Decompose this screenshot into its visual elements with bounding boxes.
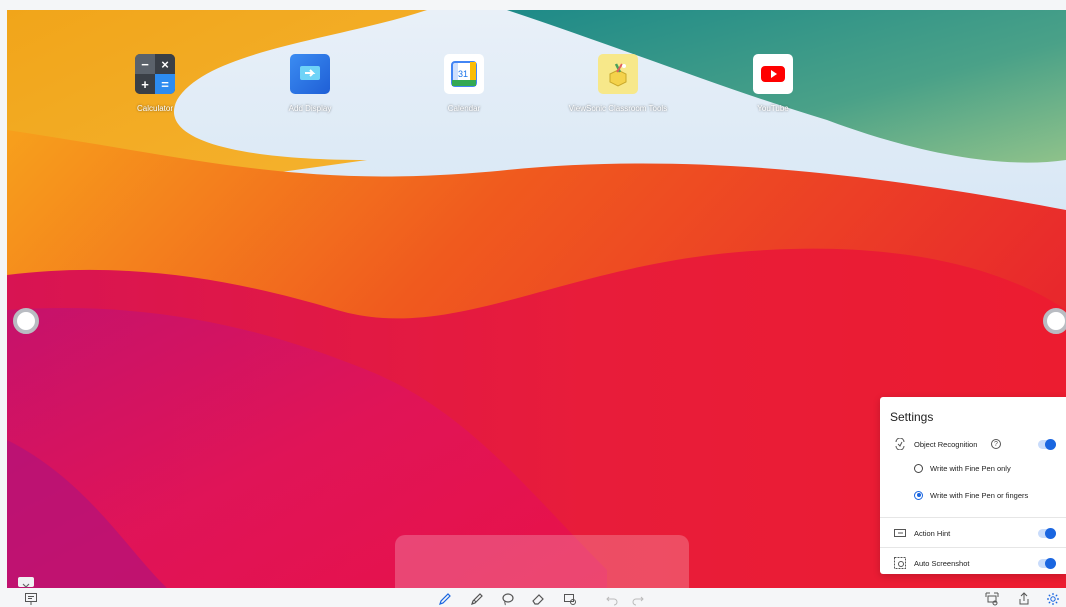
- toolbar-shelf: [395, 535, 689, 588]
- highlighter-icon[interactable]: [470, 592, 484, 606]
- whiteboard-icon[interactable]: [24, 592, 38, 606]
- action-hint-icon: [894, 529, 906, 537]
- undo-icon[interactable]: [605, 592, 619, 606]
- object-recognition-icon: [895, 438, 905, 450]
- radio-label: Write with Fine Pen only: [930, 463, 1011, 473]
- calendar-icon: 31: [444, 54, 484, 94]
- calendar-day: 31: [458, 69, 468, 79]
- auto-screenshot-row: Auto Screenshot: [880, 553, 1066, 573]
- settings-panel: Settings Object Recognition ? Write with…: [880, 397, 1066, 574]
- capture-icon[interactable]: [985, 592, 999, 606]
- share-icon[interactable]: [1017, 592, 1031, 606]
- app-label: Calculator: [136, 104, 173, 113]
- app-add-display[interactable]: Add Display: [250, 54, 370, 113]
- app-label: YouTube: [757, 104, 789, 113]
- right-edge-handle[interactable]: [1043, 308, 1066, 334]
- add-display-icon: [290, 54, 330, 94]
- app-label: Add Display: [288, 104, 332, 113]
- action-hint-toggle[interactable]: [1038, 527, 1056, 539]
- radio-fine-pen-only[interactable]: Write with Fine Pen only: [880, 458, 1066, 478]
- screenshot-tool-icon[interactable]: [563, 592, 577, 606]
- calculator-plus-key: +: [135, 74, 155, 94]
- chevron-down-icon: [22, 583, 30, 588]
- pen-icon[interactable]: [438, 592, 452, 606]
- object-recognition-row: Object Recognition ?: [880, 434, 1066, 454]
- calculator-times-key: ×: [155, 54, 175, 74]
- action-hint-label: Action Hint: [914, 528, 951, 538]
- calculator-equals-key: =: [155, 74, 175, 94]
- divider: [880, 517, 1066, 518]
- settings-title: Settings: [890, 410, 934, 424]
- lasso-icon[interactable]: [501, 592, 515, 606]
- object-recognition-toggle[interactable]: [1038, 438, 1056, 450]
- calculator-icon: − × + =: [135, 54, 175, 94]
- app-youtube[interactable]: YouTube: [713, 54, 833, 113]
- app-classroom-tools[interactable]: ViewSonic Classroom Tools: [558, 54, 678, 113]
- radio-fine-pen-or-fingers[interactable]: Write with Fine Pen or fingers: [880, 485, 1066, 505]
- help-icon[interactable]: ?: [991, 439, 1001, 449]
- classroom-tools-icon: [598, 54, 638, 94]
- radio-label: Write with Fine Pen or fingers: [930, 490, 1029, 500]
- collapse-button[interactable]: [18, 577, 34, 588]
- eraser-icon[interactable]: [531, 592, 545, 606]
- redo-icon[interactable]: [631, 592, 645, 606]
- app-calculator[interactable]: − × + = Calculator: [95, 54, 215, 113]
- radio-button[interactable]: [914, 463, 923, 473]
- object-recognition-label: Object Recognition: [914, 439, 978, 449]
- youtube-icon: [753, 54, 793, 94]
- auto-screenshot-toggle[interactable]: [1038, 557, 1056, 569]
- settings-gear-icon[interactable]: [1046, 592, 1060, 606]
- left-edge-handle[interactable]: [13, 308, 39, 334]
- auto-screenshot-label: Auto Screenshot: [914, 558, 970, 568]
- divider: [880, 547, 1066, 548]
- radio-button-selected[interactable]: [914, 490, 923, 500]
- auto-screenshot-icon: [894, 557, 906, 569]
- app-label: Calendar: [447, 104, 481, 113]
- action-hint-row: Action Hint: [880, 523, 1066, 543]
- app-label: ViewSonic Classroom Tools: [568, 104, 668, 113]
- calculator-minus-key: −: [135, 54, 155, 74]
- app-calendar[interactable]: 31 Calendar: [404, 54, 524, 113]
